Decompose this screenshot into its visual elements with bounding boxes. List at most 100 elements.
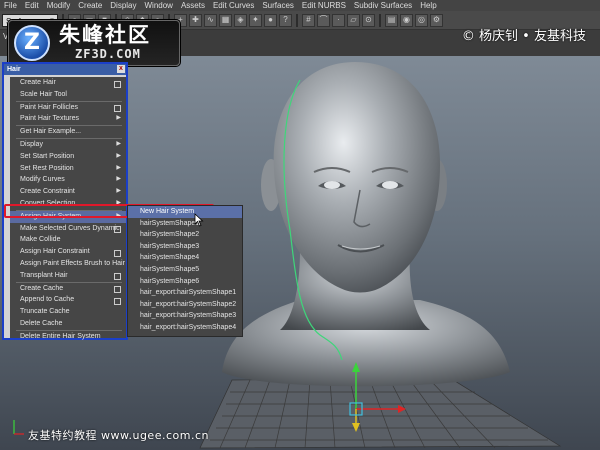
option-box-icon[interactable] bbox=[114, 226, 121, 234]
hair-menu-item[interactable]: Truncate Cache bbox=[10, 306, 126, 318]
menu-modify[interactable]: Modify bbox=[43, 0, 75, 11]
option-box-icon[interactable] bbox=[114, 273, 121, 281]
toolbar-separator bbox=[296, 13, 298, 27]
hair-menu-item-label: Truncate Cache bbox=[20, 308, 70, 316]
history-icon[interactable]: ▤ bbox=[385, 13, 398, 27]
logo-english: ZF3D.COM bbox=[75, 47, 141, 61]
hair-menu-item[interactable]: Get Hair Example... bbox=[10, 126, 126, 138]
submenu-arrow-icon: ▶ bbox=[116, 188, 121, 195]
menu-help[interactable]: Help bbox=[416, 0, 440, 11]
option-box-icon[interactable] bbox=[114, 80, 121, 88]
submenu-arrow-icon: ▶ bbox=[116, 115, 121, 122]
hair-menu-title[interactable]: Hair x bbox=[4, 64, 126, 75]
hair-menu-item-label: Create Hair bbox=[20, 79, 56, 86]
site-logo: Z 朱峰社区 ZF3D.COM bbox=[8, 20, 180, 66]
submenu-item[interactable]: hair_export:hairSystemShape4 bbox=[128, 322, 242, 334]
option-box-icon[interactable] bbox=[114, 297, 121, 305]
submenu-item[interactable]: hairSystemShape4 bbox=[128, 252, 242, 264]
option-box-icon[interactable] bbox=[114, 249, 121, 257]
submenu-item[interactable]: hair_export:hairSystemShape1 bbox=[128, 287, 242, 299]
submenu-item[interactable]: hairSystemShape3 bbox=[128, 241, 242, 253]
hair-menu-item-label: Paint Hair Follicles bbox=[20, 103, 78, 111]
view-axis-indicator bbox=[13, 420, 24, 435]
submenu-arrow-icon: ▶ bbox=[116, 152, 121, 159]
menu-edit-curves[interactable]: Edit Curves bbox=[209, 0, 258, 11]
hair-menu-item-label: Make Collide bbox=[20, 236, 61, 244]
hair-menu-item[interactable]: Assign Hair Constraint bbox=[10, 246, 126, 258]
hair-menu-item[interactable]: Modify Curves ▶ bbox=[10, 174, 126, 186]
hair-menu-item-label: Scale Hair Tool bbox=[20, 90, 67, 98]
hair-menu-item[interactable]: Make Collide bbox=[10, 234, 126, 246]
submenu-arrow-icon: ▶ bbox=[116, 176, 121, 183]
option-box-icon[interactable] bbox=[114, 286, 121, 294]
hair-menu-item[interactable]: Transplant Hair bbox=[10, 270, 126, 282]
copyright-watermark: © 杨庆钊 • 友基科技 bbox=[461, 29, 586, 44]
hair-menu-item-label: Display bbox=[20, 140, 43, 148]
hair-menu-item[interactable]: Create Cache bbox=[10, 283, 126, 295]
ipr-render-icon[interactable]: ◎ bbox=[415, 13, 428, 27]
submenu-item[interactable]: New Hair System bbox=[128, 206, 242, 218]
menu-surfaces[interactable]: Surfaces bbox=[258, 0, 298, 11]
menu-create[interactable]: Create bbox=[74, 0, 106, 11]
hair-menu-item-label: Append to Cache bbox=[20, 296, 75, 304]
ground-grid bbox=[199, 377, 562, 449]
mask-surfaces-icon[interactable]: ▦ bbox=[219, 13, 232, 27]
logo-chinese: 朱峰社区 bbox=[59, 23, 151, 47]
hair-menu-item-label: Delete Entire Hair System bbox=[20, 332, 101, 340]
hair-menu-item[interactable]: Paint Hair Textures ▶ bbox=[10, 113, 126, 125]
toolbar-separator bbox=[379, 13, 381, 27]
hair-menu-item-label: Create Constraint bbox=[20, 188, 75, 196]
submenu-arrow-icon: ▶ bbox=[116, 164, 121, 171]
submenu-arrow-icon: ▶ bbox=[116, 140, 121, 147]
hair-menu-item-label: Assign Paint Effects Brush to Hair bbox=[20, 259, 125, 267]
snap-grid-icon[interactable]: # bbox=[302, 13, 315, 27]
menu-assets[interactable]: Assets bbox=[177, 0, 209, 11]
hair-menu-item[interactable]: Make Selected Curves Dynamic bbox=[10, 223, 126, 235]
mask-curves-icon[interactable]: ∿ bbox=[204, 13, 217, 27]
tutorial-watermark: 友基特约教程 www.ugee.com.cn bbox=[28, 429, 209, 442]
head-shape bbox=[273, 62, 440, 293]
hair-menu-item[interactable]: Assign Paint Effects Brush to Hair bbox=[10, 258, 126, 270]
hair-menu-item[interactable]: Paint Hair Follicles bbox=[10, 102, 126, 114]
hair-menu-item[interactable]: Delete Cache bbox=[10, 318, 126, 330]
hair-menu-item-label: Paint Hair Textures bbox=[20, 115, 80, 123]
snap-plane-icon[interactable]: ▱ bbox=[347, 13, 360, 27]
hair-menu-item-label: Get Hair Example... bbox=[20, 128, 82, 136]
hair-menu-item[interactable]: Display ▶ bbox=[10, 139, 126, 151]
hair-menu-item[interactable]: Delete Entire Hair System bbox=[10, 331, 126, 343]
menu-file[interactable]: File bbox=[0, 0, 21, 11]
mask-rendering-icon[interactable]: ● bbox=[264, 13, 277, 27]
mask-misc-icon[interactable]: ? bbox=[279, 13, 292, 27]
mask-deformers-icon[interactable]: ◈ bbox=[234, 13, 247, 27]
mouse-cursor-icon bbox=[194, 213, 204, 227]
hair-menu-item-label: Delete Cache bbox=[20, 319, 63, 327]
mask-dynamics-icon[interactable]: ✦ bbox=[249, 13, 262, 27]
hair-menu-item-label: Make Selected Curves Dynamic bbox=[20, 224, 120, 232]
submenu-item[interactable]: hair_export:hairSystemShape3 bbox=[128, 310, 242, 322]
option-box-icon[interactable] bbox=[114, 105, 121, 113]
hair-menu-item[interactable]: Set Start Position ▶ bbox=[10, 151, 126, 163]
snap-live-icon[interactable]: ⊙ bbox=[362, 13, 375, 27]
hair-menu-window: Hair x Create Hair Scale Hair Tool Paint H… bbox=[2, 62, 128, 340]
menu-edit[interactable]: Edit bbox=[21, 0, 43, 11]
snap-point-icon[interactable]: · bbox=[332, 13, 345, 27]
hair-menu-item[interactable]: Set Rest Position ▶ bbox=[10, 163, 126, 175]
submenu-item[interactable]: hairSystemShape2 bbox=[128, 229, 242, 241]
submenu-item[interactable]: hairSystemShape1 bbox=[128, 218, 242, 230]
hair-menu-item[interactable]: Create Hair bbox=[10, 77, 126, 89]
render-settings-icon[interactable]: ⚙ bbox=[430, 13, 443, 27]
hair-menu-item[interactable]: Append to Cache bbox=[10, 294, 126, 306]
hair-menu-item[interactable]: Create Constraint ▶ bbox=[10, 186, 126, 198]
close-icon[interactable]: x bbox=[117, 65, 125, 73]
menu-display[interactable]: Display bbox=[106, 0, 140, 11]
menu-window[interactable]: Window bbox=[141, 0, 177, 11]
hair-menu-item[interactable]: Scale Hair Tool bbox=[10, 89, 126, 101]
render-frame-icon[interactable]: ◉ bbox=[400, 13, 413, 27]
submenu-item[interactable]: hair_export:hairSystemShape2 bbox=[128, 299, 242, 311]
menu-subdiv-surfaces[interactable]: Subdiv Surfaces bbox=[350, 0, 416, 11]
submenu-item[interactable]: hairSystemShape6 bbox=[128, 276, 242, 288]
mask-joints-icon[interactable]: ✚ bbox=[189, 13, 202, 27]
submenu-item[interactable]: hairSystemShape5 bbox=[128, 264, 242, 276]
snap-curve-icon[interactable]: ⌒ bbox=[317, 13, 330, 27]
menu-edit-nurbs[interactable]: Edit NURBS bbox=[298, 0, 350, 11]
